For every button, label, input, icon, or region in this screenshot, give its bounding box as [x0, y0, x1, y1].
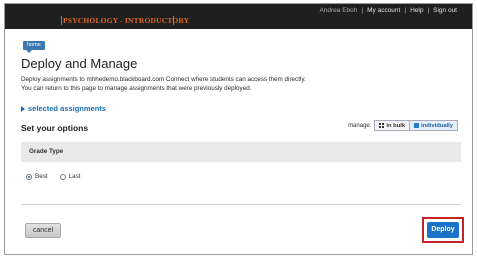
in-bulk-label: in bulk	[386, 122, 406, 129]
home-breadcrumb[interactable]: home	[23, 41, 45, 53]
grade-type-radio-group: Best Last	[26, 173, 81, 180]
individually-label: individually	[421, 122, 453, 129]
deploy-button[interactable]: Deploy	[427, 222, 459, 238]
grade-type-last-option[interactable]: Last	[59, 173, 81, 180]
description-line-1: Deploy assignments to mhhedemo.blackboar…	[21, 76, 306, 83]
caret-right-icon	[21, 105, 25, 112]
selected-assignments-label: selected assignments	[28, 104, 106, 113]
top-bar: PSYCHOLOGY - INTRODUCTORY Andrea Eboh | …	[5, 4, 472, 29]
course-title: PSYCHOLOGY - INTRODUCTORY	[63, 16, 190, 25]
grade-type-last-label: Last	[68, 173, 81, 180]
radio-selected-icon[interactable]	[26, 173, 32, 180]
description-line-2: You can return to this page to manage as…	[21, 85, 252, 92]
manage-control: manage: in bulk individually	[348, 120, 458, 131]
set-options-heading: Set your options	[21, 123, 89, 133]
my-account-link[interactable]: My account	[364, 7, 403, 14]
sign-out-link[interactable]: Sign out	[430, 7, 460, 14]
page-title: Deploy and Manage	[21, 56, 138, 71]
page-description: Deploy assignments to mhhedemo.blackboar…	[21, 75, 441, 93]
in-bulk-button[interactable]: in bulk	[375, 121, 411, 130]
grid-icon	[379, 123, 385, 128]
course-title-divider-right	[173, 16, 174, 25]
help-link[interactable]: Help	[407, 7, 426, 14]
user-nav: Andrea Eboh | My account | Help | Sign o…	[316, 7, 460, 14]
user-name: Andrea Eboh	[319, 7, 358, 14]
radio-unselected-icon[interactable]	[59, 173, 66, 180]
grade-type-label: Grade Type	[29, 148, 64, 155]
individually-button[interactable]: individually	[410, 121, 457, 130]
divider	[21, 204, 461, 205]
square-icon	[414, 123, 420, 128]
manage-label: manage:	[348, 122, 372, 129]
grade-type-best-option[interactable]: Best	[26, 173, 48, 180]
grade-type-best-label: Best	[35, 173, 48, 180]
cancel-button[interactable]: cancel	[25, 223, 61, 238]
course-title-divider-left	[61, 16, 62, 25]
app-window: PSYCHOLOGY - INTRODUCTORY Andrea Eboh | …	[4, 3, 473, 255]
grade-type-header: Grade Type	[21, 142, 461, 162]
selected-assignments-toggle[interactable]: selected assignments	[21, 104, 106, 113]
manage-segmented-control: in bulk individually	[374, 120, 458, 131]
deploy-highlight-box: Deploy	[422, 217, 464, 243]
